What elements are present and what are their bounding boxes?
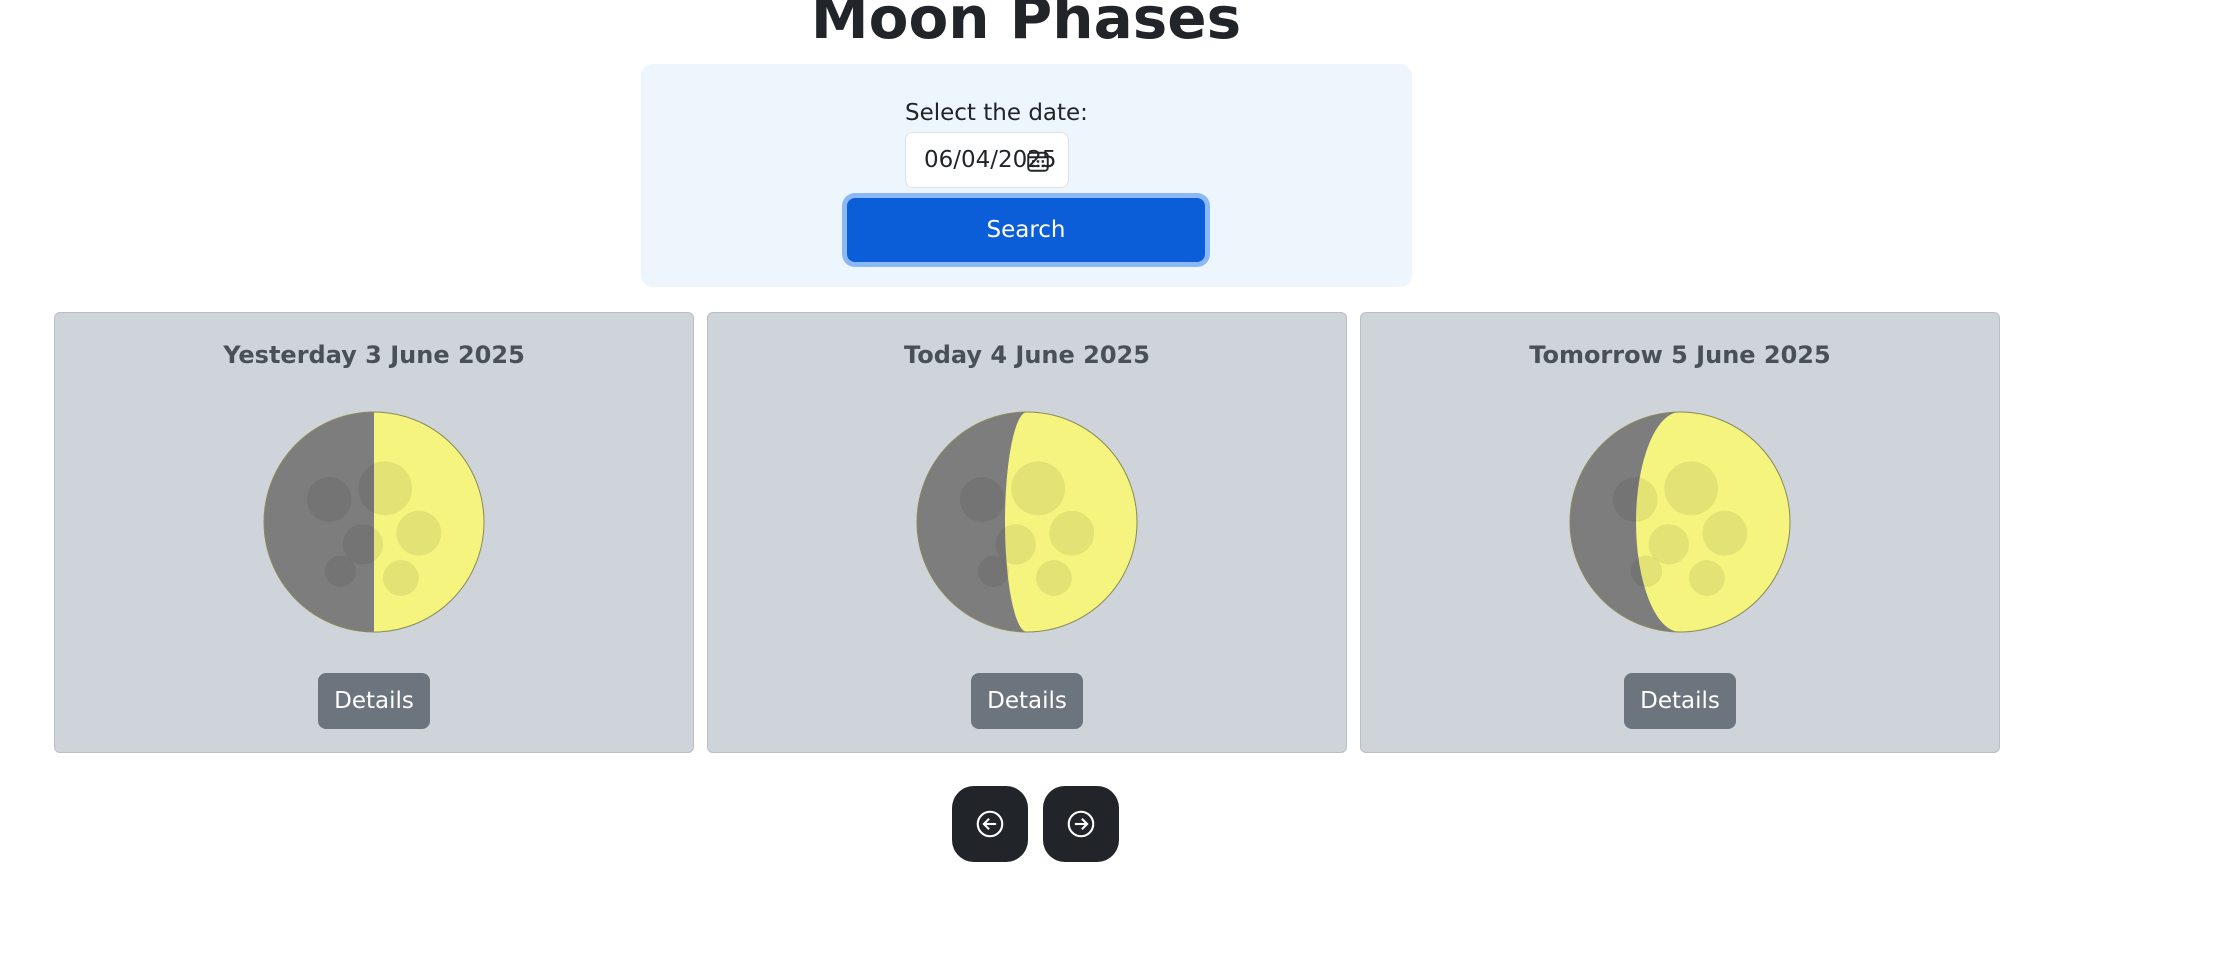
date-input[interactable]: 06/04/2025	[905, 132, 1069, 188]
calendar-icon[interactable]	[1026, 149, 1050, 173]
search-button[interactable]: Search	[847, 198, 1205, 262]
moon-mare-texture	[1612, 477, 1658, 522]
details-button[interactable]: Details	[318, 673, 430, 729]
moon-mare-texture	[1036, 560, 1072, 596]
card-title: Tomorrow 5 June 2025	[1529, 341, 1831, 369]
moon-mare-texture	[1049, 510, 1095, 556]
moon-phase-image	[1569, 411, 1791, 633]
details-button[interactable]: Details	[971, 673, 1083, 729]
card-title: Yesterday 3 June 2025	[223, 341, 525, 369]
page: Moon Phases Select the date: 06/04/2025 …	[0, 0, 2224, 976]
moon-mare-texture	[306, 477, 352, 522]
moon-mare-texture	[1689, 560, 1725, 596]
moon-mare-texture	[383, 560, 419, 596]
moon-mare-texture	[1011, 461, 1066, 516]
arrow-right-circle-icon	[1067, 810, 1095, 838]
moon-mare-texture	[358, 461, 413, 516]
moon-mare-texture	[959, 477, 1005, 522]
moon-mare-texture	[324, 555, 357, 587]
moon-mare-texture	[1702, 510, 1748, 556]
moon-phase-image	[916, 411, 1138, 633]
moon-card-yesterday: Yesterday 3 June 2025 Details	[54, 312, 694, 753]
search-panel: Select the date: 06/04/2025 Search	[641, 64, 1412, 287]
next-button[interactable]	[1043, 786, 1119, 862]
moon-mare-texture	[1630, 555, 1663, 587]
card-title: Today 4 June 2025	[904, 341, 1150, 369]
date-label: Select the date:	[905, 100, 1088, 126]
moon-mare-texture	[396, 510, 442, 556]
previous-button[interactable]	[952, 786, 1028, 862]
moon-mare-texture	[1664, 461, 1719, 516]
page-title: Moon Phases	[810, 0, 1242, 52]
moon-mare-texture	[977, 555, 1010, 587]
moon-card-tomorrow: Tomorrow 5 June 2025 Details	[1360, 312, 2000, 753]
details-button[interactable]: Details	[1624, 673, 1736, 729]
moon-phase-image	[263, 411, 485, 633]
moon-card-today: Today 4 June 2025 Details	[707, 312, 1347, 753]
arrow-left-circle-icon	[976, 810, 1004, 838]
